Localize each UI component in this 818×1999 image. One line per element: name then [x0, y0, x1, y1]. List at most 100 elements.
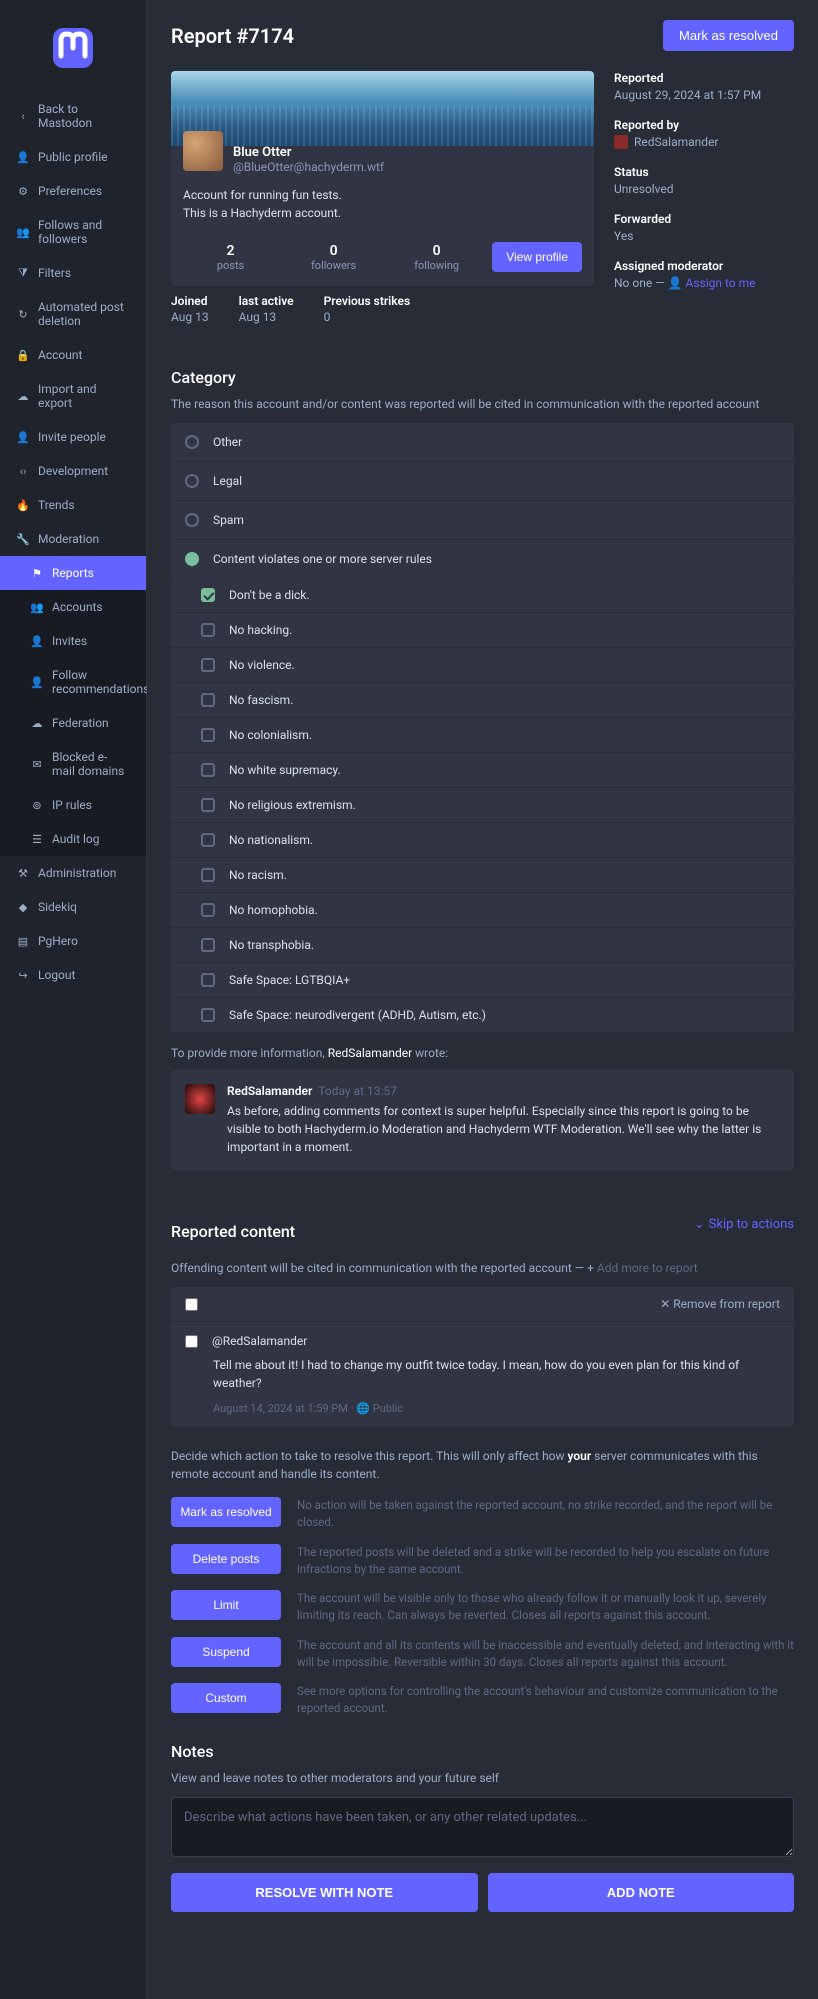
checkbox-icon	[201, 658, 215, 672]
offending-desc: Offending content will be cited in commu…	[171, 1261, 794, 1275]
action-button[interactable]: Suspend	[171, 1637, 281, 1667]
notes-title: Notes	[171, 1742, 794, 1761]
globe-icon: ⊚	[30, 799, 44, 812]
rule-item[interactable]: No nationalism.	[171, 823, 794, 858]
history-icon: ↻	[16, 308, 30, 321]
rule-item[interactable]: No transphobia.	[171, 928, 794, 963]
stat-posts: 2posts	[183, 243, 278, 272]
action-desc-text: The account and all its contents will be…	[297, 1637, 794, 1672]
mark-resolved-button[interactable]: Mark as resolved	[663, 20, 794, 51]
reporter-name[interactable]: RedSalamander	[634, 135, 719, 149]
rule-item[interactable]: Safe Space: neurodivergent (ADHD, Autism…	[171, 998, 794, 1032]
nav-follows[interactable]: 👥Follows and followers	[0, 208, 146, 256]
nav-pghero[interactable]: ▤PgHero	[0, 924, 146, 958]
db-icon: ▤	[16, 935, 30, 948]
nav-sidekiq[interactable]: ◆Sidekiq	[0, 890, 146, 924]
flag-icon: ⚑	[30, 567, 44, 580]
add-note-button[interactable]: ADD NOTE	[488, 1873, 795, 1912]
nav-audit[interactable]: ☰Audit log	[0, 822, 146, 856]
radio-icon	[185, 435, 199, 449]
comment-text: As before, adding comments for context i…	[227, 1102, 780, 1156]
select-all-checkbox[interactable]	[185, 1298, 198, 1311]
nav-account[interactable]: 🔒Account	[0, 338, 146, 372]
meta-last-active: last activeAug 13	[239, 294, 294, 324]
rule-item[interactable]: No religious extremism.	[171, 788, 794, 823]
profile-card: Blue Otter @BlueOtter@hachyderm.wtf Acco…	[171, 71, 594, 286]
filter-icon: ⧩	[16, 266, 30, 280]
action-button[interactable]: Custom	[171, 1683, 281, 1713]
nav-ip-rules[interactable]: ⊚IP rules	[0, 788, 146, 822]
nav-import-export[interactable]: ☁Import and export	[0, 372, 146, 420]
rule-label: Safe Space: LGTBQIA+	[229, 973, 350, 987]
rule-label: No white supremacy.	[229, 763, 341, 777]
rule-label: No hacking.	[229, 623, 292, 637]
page-title: Report #7174	[171, 24, 294, 48]
action-button[interactable]: Limit	[171, 1590, 281, 1620]
cloud-icon: ☁	[30, 717, 44, 730]
nav-invites[interactable]: 👤Invites	[0, 624, 146, 658]
display-name: Blue Otter	[233, 145, 384, 160]
nav-development[interactable]: ‹›Development	[0, 454, 146, 488]
cat-rules[interactable]: Content violates one or more server rule…	[171, 540, 794, 578]
commenter-note: To provide more information, RedSalamand…	[171, 1046, 794, 1060]
nav-federation[interactable]: ☁Federation	[0, 706, 146, 740]
nav-follow-rec[interactable]: 👤Follow recommendations	[0, 658, 146, 706]
action-button[interactable]: Delete posts	[171, 1544, 281, 1574]
post-meta: August 14, 2024 at 1:59 PM · 🌐 Public	[185, 1402, 780, 1415]
skip-to-actions-link[interactable]: ⌄Skip to actions	[694, 1217, 794, 1232]
rule-item[interactable]: No fascism.	[171, 683, 794, 718]
rule-item[interactable]: No colonialism.	[171, 718, 794, 753]
assign-to-me-link[interactable]: Assign to me	[685, 276, 755, 290]
radio-icon	[185, 513, 199, 527]
view-profile-button[interactable]: View profile	[492, 242, 582, 272]
nav-blocked-email[interactable]: ✉Blocked e-mail domains	[0, 740, 146, 788]
cat-spam[interactable]: Spam	[171, 501, 794, 540]
nav-administration[interactable]: ⚒Administration	[0, 856, 146, 890]
nav-preferences[interactable]: ⚙Preferences	[0, 174, 146, 208]
avatar	[183, 131, 223, 171]
rule-item[interactable]: Don't be a dick.	[171, 578, 794, 613]
rule-label: Safe Space: neurodivergent (ADHD, Autism…	[229, 1008, 486, 1022]
cat-legal[interactable]: Legal	[171, 462, 794, 501]
reported-post: @RedSalamander Tell me about it! I had t…	[171, 1322, 794, 1427]
rule-item[interactable]: No homophobia.	[171, 893, 794, 928]
checkbox-icon	[201, 763, 215, 777]
rule-item[interactable]: No hacking.	[171, 613, 794, 648]
rule-list: Don't be a dick.No hacking.No violence.N…	[171, 578, 794, 1032]
nav-invite[interactable]: 👤Invite people	[0, 420, 146, 454]
remove-from-report-link[interactable]: ✕ Remove from report	[660, 1297, 780, 1311]
comment-avatar	[185, 1084, 215, 1114]
category-title: Category	[171, 368, 794, 387]
resolve-with-note-button[interactable]: RESOLVE WITH NOTE	[171, 1873, 478, 1912]
category-desc: The reason this account and/or content w…	[171, 397, 794, 411]
rule-label: No racism.	[229, 868, 287, 882]
reported-content-table: ✕ Remove from report @RedSalamander Tell…	[171, 1287, 794, 1427]
rule-item[interactable]: No racism.	[171, 858, 794, 893]
people-icon: 👥	[16, 226, 30, 239]
comment-author: RedSalamander	[227, 1084, 312, 1098]
person-icon: 👤	[16, 151, 30, 164]
nav-moderation[interactable]: 🔧Moderation	[0, 522, 146, 556]
add-more-link[interactable]: Add more to report	[597, 1261, 698, 1275]
rule-item[interactable]: No violence.	[171, 648, 794, 683]
gem-icon: ◆	[16, 901, 30, 914]
action-desc-text: No action will be taken against the repo…	[297, 1497, 794, 1532]
nav-reports[interactable]: ⚑Reports	[0, 556, 146, 590]
nav-filters[interactable]: ⧩Filters	[0, 256, 146, 290]
nav-auto-delete[interactable]: ↻Automated post deletion	[0, 290, 146, 338]
nav-public-profile[interactable]: 👤Public profile	[0, 140, 146, 174]
checkbox-icon	[201, 623, 215, 637]
action-button[interactable]: Mark as resolved	[171, 1497, 281, 1527]
invite-icon: 👤	[30, 635, 44, 648]
notes-textarea[interactable]	[171, 1797, 794, 1857]
cat-other[interactable]: Other	[171, 423, 794, 462]
nav-logout[interactable]: ↪Logout	[0, 958, 146, 992]
nav-accounts[interactable]: 👥Accounts	[0, 590, 146, 624]
nav-trends[interactable]: 🔥Trends	[0, 488, 146, 522]
post-checkbox[interactable]	[185, 1335, 198, 1348]
nav-back[interactable]: ‹Back to Mastodon	[0, 92, 146, 140]
checkbox-icon	[201, 1008, 215, 1022]
rule-item[interactable]: No white supremacy.	[171, 753, 794, 788]
comment-time: Today at 13:57	[318, 1084, 397, 1098]
rule-item[interactable]: Safe Space: LGTBQIA+	[171, 963, 794, 998]
